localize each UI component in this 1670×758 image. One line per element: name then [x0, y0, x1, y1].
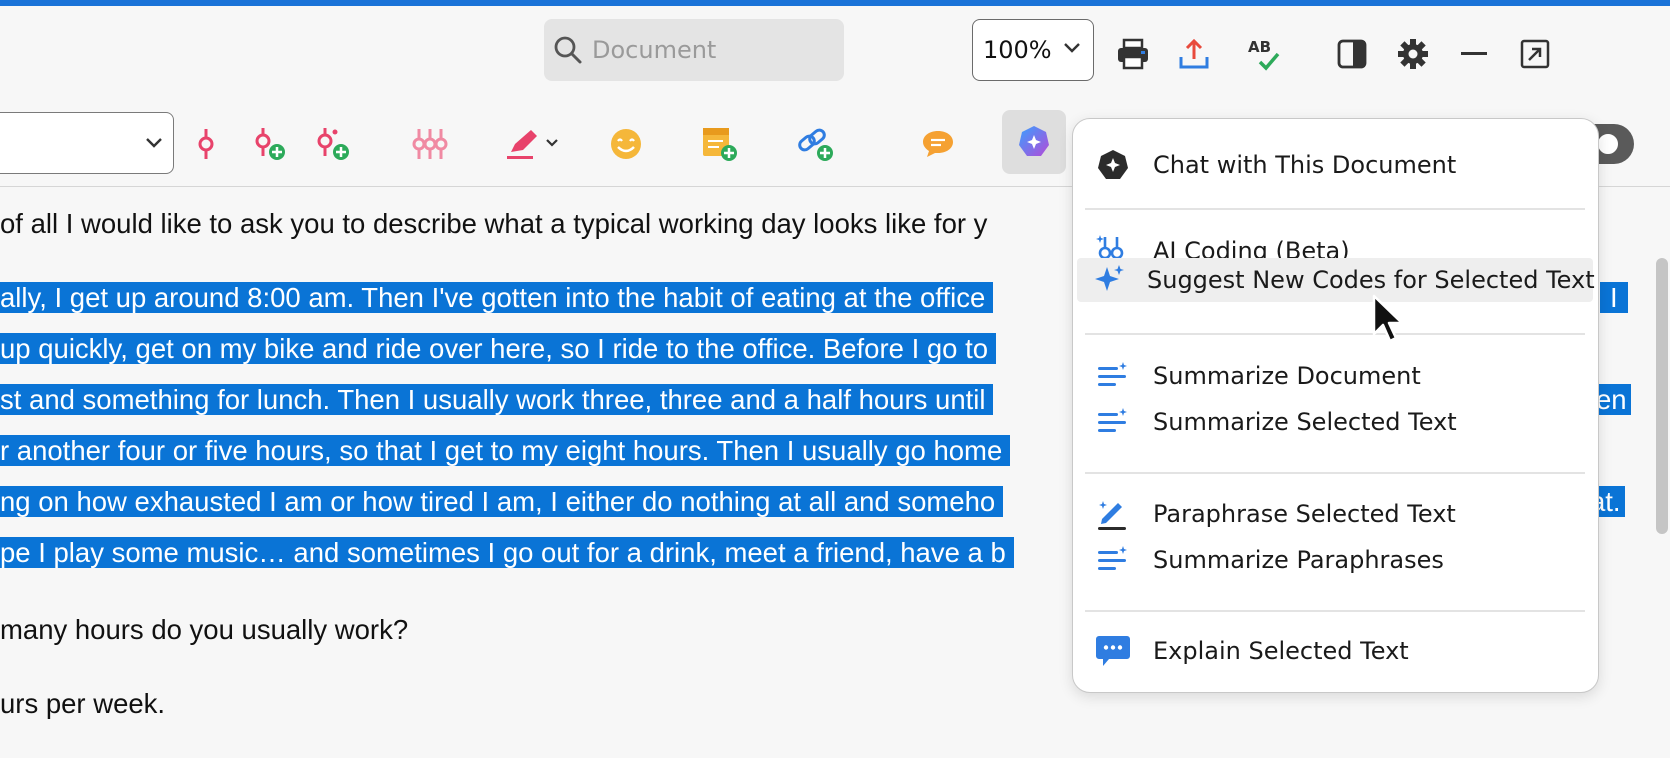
- chevron-down-icon: [1064, 43, 1080, 53]
- chat-document-icon: [1098, 150, 1128, 179]
- search-input[interactable]: [590, 35, 834, 65]
- code-icon[interactable]: [186, 124, 226, 164]
- selected-text: ally, I get up around 8:00 am. Then I've…: [0, 282, 994, 313]
- summarize-icon: [1098, 408, 1127, 432]
- menu-item-chat-document[interactable]: Chat with This Document: [1077, 143, 1593, 187]
- chevron-down-icon: [146, 138, 162, 148]
- doc-text: of all I would like to ask you to descri…: [0, 208, 988, 239]
- menu-item-explain[interactable]: Explain Selected Text: [1077, 629, 1593, 673]
- menu-item-summarize-selected[interactable]: Summarize Selected Text: [1077, 400, 1593, 444]
- doc-line-selected: pe I play some music… and sometimes I go…: [0, 537, 1014, 573]
- new-codes-icon[interactable]: [314, 124, 354, 164]
- svg-text:AB: AB: [1248, 38, 1271, 56]
- selected-text: I: [1600, 282, 1628, 313]
- selected-text: ng on how exhausted I am or how tired I …: [0, 486, 1004, 517]
- doc-line: of all I would like to ask you to descri…: [0, 208, 987, 244]
- doc-line-selected: st and something for lunch. Then I usual…: [0, 384, 994, 420]
- menu-separator: [1085, 208, 1585, 210]
- doc-line: many hours do you usually work?: [0, 614, 408, 650]
- search-box[interactable]: [544, 19, 844, 81]
- menu-item-label: Summarize Paraphrases: [1153, 546, 1444, 574]
- menu-item-label: Suggest New Codes for Selected Text: [1147, 266, 1595, 294]
- menu-separator: [1085, 472, 1585, 474]
- summarize-icon: [1098, 546, 1127, 570]
- restore-icon[interactable]: [1517, 36, 1553, 72]
- header-bar: 100% AB: [0, 6, 1670, 104]
- toggle-knob: [1596, 132, 1620, 156]
- panel-icon[interactable]: [1334, 36, 1370, 72]
- menu-separator: [1085, 610, 1585, 612]
- doc-line: urs per week.: [0, 688, 165, 724]
- export-icon[interactable]: [1176, 36, 1212, 72]
- mouse-cursor-icon: [1372, 294, 1404, 343]
- memo-icon[interactable]: [700, 124, 740, 164]
- doc-line-selected: up quickly, get on my bike and ride over…: [0, 333, 997, 369]
- doc-line-selected: r another four or five hours, so that I …: [0, 435, 1011, 471]
- doc-line-selected: ng on how exhausted I am or how tired I …: [0, 486, 1004, 522]
- selected-text: r another four or five hours, so that I …: [0, 435, 1011, 466]
- scrollbar[interactable]: [1656, 258, 1668, 534]
- menu-item-summarize-document[interactable]: Summarize Document: [1077, 354, 1593, 398]
- selected-text: pe I play some music… and sometimes I go…: [0, 537, 1014, 568]
- highlighter-icon[interactable]: [504, 124, 564, 164]
- print-icon[interactable]: [1115, 36, 1151, 72]
- doc-line-selected: ally, I get up around 8:00 am. Then I've…: [0, 282, 994, 318]
- menu-item-paraphrase[interactable]: Paraphrase Selected Text: [1077, 492, 1593, 536]
- sparkle-icon: [1095, 265, 1124, 291]
- doc-text: urs per week.: [0, 688, 166, 719]
- doc-text: many hours do you usually work?: [0, 614, 409, 645]
- zoom-select[interactable]: 100%: [972, 19, 1094, 81]
- ai-assist-button[interactable]: [1002, 110, 1066, 174]
- new-code-icon[interactable]: [250, 124, 290, 164]
- emoji-icon[interactable]: [606, 124, 646, 164]
- menu-item-suggest-codes[interactable]: Suggest New Codes for Selected Text: [1077, 258, 1595, 302]
- settings-icon[interactable]: [1395, 36, 1431, 72]
- menu-item-label: Paraphrase Selected Text: [1153, 500, 1456, 528]
- menu-item-summarize-paraphrases[interactable]: Summarize Paraphrases: [1077, 538, 1593, 582]
- menu-item-label: Chat with This Document: [1153, 151, 1457, 179]
- paraphrase-icon: [1098, 501, 1126, 530]
- doc-line-tail: I: [1600, 282, 1628, 318]
- selected-text: st and something for lunch. Then I usual…: [0, 384, 994, 415]
- zoom-value: 100%: [983, 36, 1052, 64]
- selected-text: up quickly, get on my bike and ride over…: [0, 333, 997, 364]
- summarize-icon: [1098, 362, 1127, 386]
- spellcheck-icon[interactable]: AB: [1246, 36, 1282, 72]
- multi-code-icon[interactable]: [410, 124, 450, 164]
- code-select[interactable]: [0, 112, 174, 174]
- ai-assist-menu: Chat with This Document AI Coding (Beta)…: [1072, 118, 1599, 693]
- menu-separator: [1085, 333, 1585, 335]
- link-icon[interactable]: [796, 124, 836, 164]
- menu-item-label: Explain Selected Text: [1153, 637, 1409, 665]
- menu-item-label: Summarize Document: [1153, 362, 1421, 390]
- minimize-icon[interactable]: [1456, 36, 1492, 72]
- explain-icon: [1096, 636, 1130, 666]
- ai-assist-icon: [1019, 126, 1049, 156]
- menu-item-label: Summarize Selected Text: [1153, 408, 1457, 436]
- comment-icon[interactable]: [918, 124, 958, 164]
- search-icon: [554, 36, 582, 64]
